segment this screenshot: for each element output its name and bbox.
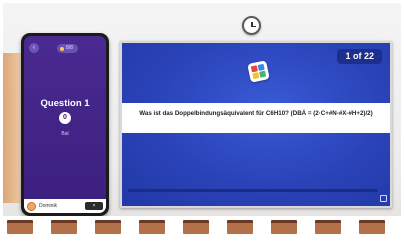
phone-screen: ‹ 8/8 Question 1 0 Bal Dominik × — [24, 36, 106, 213]
question-text: Was ist das Doppelbindungsäquivalent für… — [122, 103, 390, 133]
chevron-left-icon[interactable]: ‹ — [29, 43, 39, 53]
desk — [7, 220, 33, 234]
phone-status-pill: 8/8 — [57, 44, 78, 53]
desk — [183, 220, 209, 234]
desk — [51, 220, 77, 234]
question-number-label: Question 1 — [40, 98, 90, 109]
desk — [271, 220, 297, 234]
desk — [359, 220, 385, 234]
desk — [139, 220, 165, 234]
desk — [95, 220, 121, 234]
projector-screen: 1 of 22 Was ist das Doppelbindungsäquiva… — [120, 41, 392, 208]
coin-icon — [60, 46, 64, 51]
desk-row — [3, 216, 401, 238]
clock-icon — [242, 16, 261, 35]
question-counter: 1 of 22 — [337, 49, 382, 64]
phone-pill-label: 8/8 — [66, 45, 73, 51]
app-frame: ‹ 8/8 Question 1 0 Bal Dominik × 1 of 22… — [0, 0, 404, 241]
score-badge: 0 — [59, 112, 71, 124]
desk — [315, 220, 341, 234]
avatar — [27, 201, 36, 211]
phone-footer-bar: Dominik × — [24, 199, 106, 213]
quiz-logo-icon — [247, 60, 270, 83]
phone-device: ‹ 8/8 Question 1 0 Bal Dominik × — [21, 33, 109, 216]
player-name: Dominik — [39, 203, 58, 209]
progress-bar — [128, 189, 378, 192]
fullscreen-icon[interactable] — [380, 195, 387, 202]
close-button[interactable]: × — [85, 202, 103, 210]
score-label: Bal — [61, 131, 69, 137]
desk — [227, 220, 253, 234]
